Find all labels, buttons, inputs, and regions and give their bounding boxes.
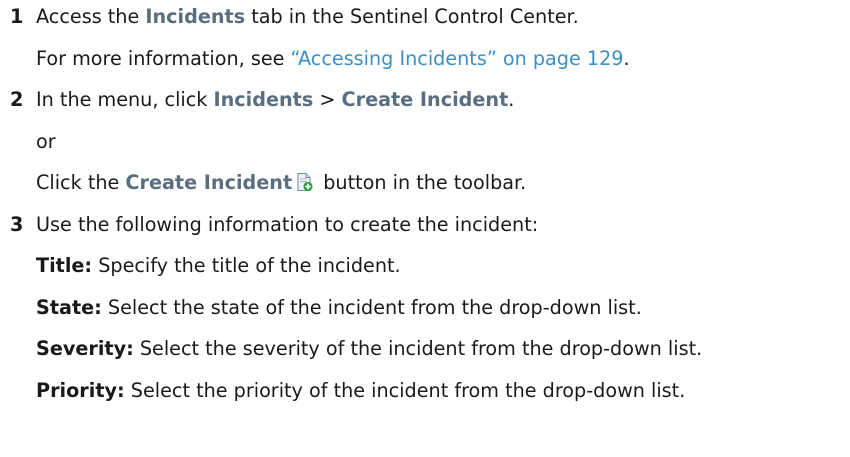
alt-text: Click the Create Incident button in the … — [36, 171, 526, 195]
step-text-part: . — [508, 88, 515, 111]
step-number: 2 — [10, 88, 24, 111]
field-desc: Specify the title of the incident. — [92, 254, 401, 277]
field-desc: Select the severity of the incident from… — [133, 337, 703, 360]
alt-lead: Click the — [36, 171, 126, 194]
field-description: Severity: Select the severity of the inc… — [36, 337, 702, 361]
more-info-lead: For more information, see — [36, 47, 291, 70]
step-text: In the menu, click Incidents > Create In… — [36, 88, 514, 112]
field-description: State: Select the state of the incident … — [36, 296, 642, 320]
ui-label-incidents-menu: Incidents — [213, 88, 314, 111]
field-description: Title: Specify the title of the incident… — [36, 254, 401, 278]
ui-label-create-incident-button: Create Incident — [125, 171, 293, 194]
ui-label-create-incident: Create Incident — [341, 88, 509, 111]
more-info-tail: . — [623, 47, 630, 70]
step-text: Use the following information to create … — [36, 213, 539, 236]
field-description: Priority: Select the priority of the inc… — [36, 379, 685, 403]
field-term: Priority: — [36, 379, 125, 402]
field-term: Severity: — [36, 337, 134, 360]
create-incident-icon — [294, 172, 314, 192]
step-text-part: tab in the Sentinel Control Center. — [245, 5, 579, 28]
ui-label-incidents-tab: Incidents — [145, 5, 246, 28]
or-text: or — [36, 130, 56, 153]
step-text-part: In the menu, click — [36, 88, 214, 111]
step-number: 1 — [10, 5, 24, 28]
field-desc: Select the state of the incident from th… — [101, 296, 642, 319]
step-text: Access the Incidents tab in the Sentinel… — [36, 5, 579, 29]
field-term: State: — [36, 296, 102, 319]
step-number: 3 — [10, 213, 24, 236]
cross-reference-link[interactable]: “Accessing Incidents” on page 129 — [291, 47, 624, 70]
menu-separator: > — [313, 88, 342, 111]
step-text-part: Access the — [36, 5, 146, 28]
more-info-text: For more information, see “Accessing Inc… — [36, 47, 630, 71]
alt-tail: button in the toolbar. — [317, 171, 527, 194]
field-desc: Select the priority of the incident from… — [124, 379, 686, 402]
field-term: Title: — [36, 254, 93, 277]
